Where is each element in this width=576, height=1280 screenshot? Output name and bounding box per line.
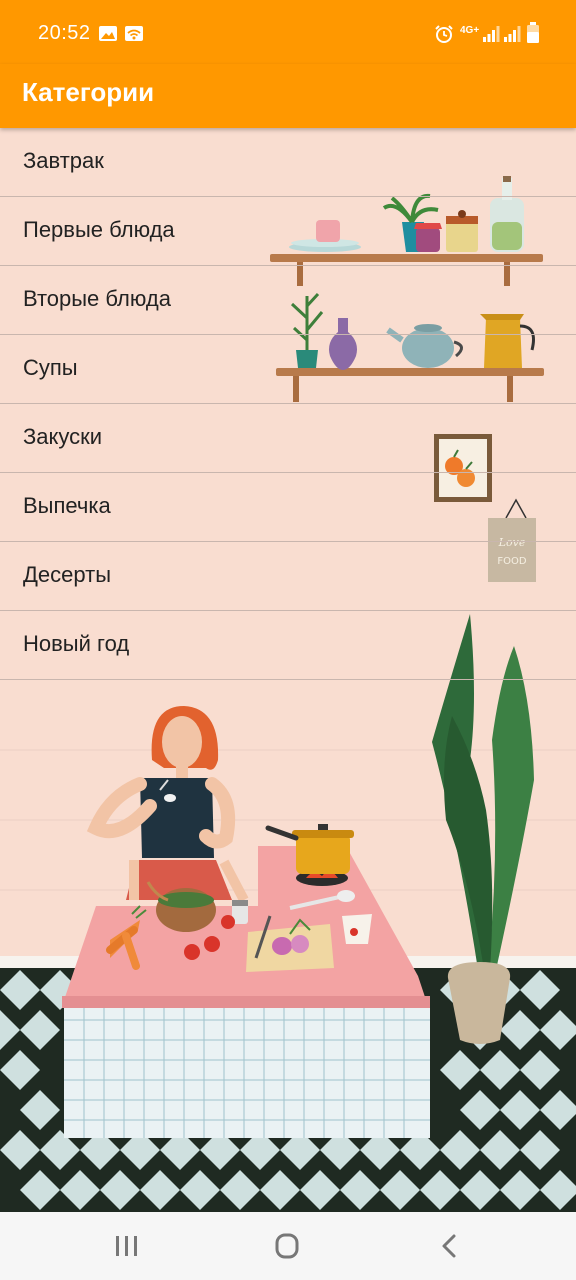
counter-top: [62, 824, 430, 1008]
wifi-hotspot-icon: [125, 26, 143, 41]
back-icon[interactable]: [430, 1230, 470, 1262]
category-item[interactable]: Первые блюда: [0, 197, 576, 266]
home-icon[interactable]: [267, 1230, 307, 1262]
category-item[interactable]: Вторые блюда: [0, 266, 576, 335]
alarm-icon: [435, 25, 453, 43]
category-label: Вторые блюда: [23, 286, 171, 311]
page-title: Категории: [22, 77, 155, 107]
category-label: Первые блюда: [23, 217, 175, 242]
network-type-label: 4G+: [460, 25, 480, 36]
category-item[interactable]: Новый год: [0, 611, 576, 680]
category-item[interactable]: Закуски: [0, 404, 576, 473]
status-bar: 20:52 4G+: [0, 0, 576, 64]
category-label: Завтрак: [23, 148, 104, 173]
category-label: Супы: [23, 355, 78, 380]
signal-icon: [483, 26, 500, 42]
category-item[interactable]: Завтрак: [0, 128, 576, 197]
category-label: Выпечка: [23, 493, 111, 518]
woman-cooking: [86, 706, 249, 903]
status-time: 20:52: [38, 22, 91, 44]
category-label: Десерты: [23, 562, 112, 587]
category-list: Завтрак Первые блюда Вторые блюда Супы З…: [0, 128, 576, 680]
system-nav-bar: [0, 1212, 576, 1280]
category-item[interactable]: Десерты: [0, 542, 576, 611]
app-bar: Категории: [0, 64, 576, 128]
category-item[interactable]: Супы: [0, 335, 576, 404]
category-item[interactable]: Выпечка: [0, 473, 576, 542]
signal-icon: [504, 26, 521, 42]
category-label: Закуски: [23, 424, 103, 449]
recent-apps-icon[interactable]: [106, 1230, 146, 1262]
category-label: Новый год: [23, 631, 130, 656]
image-icon: [99, 26, 117, 41]
battery-icon: [527, 22, 539, 43]
